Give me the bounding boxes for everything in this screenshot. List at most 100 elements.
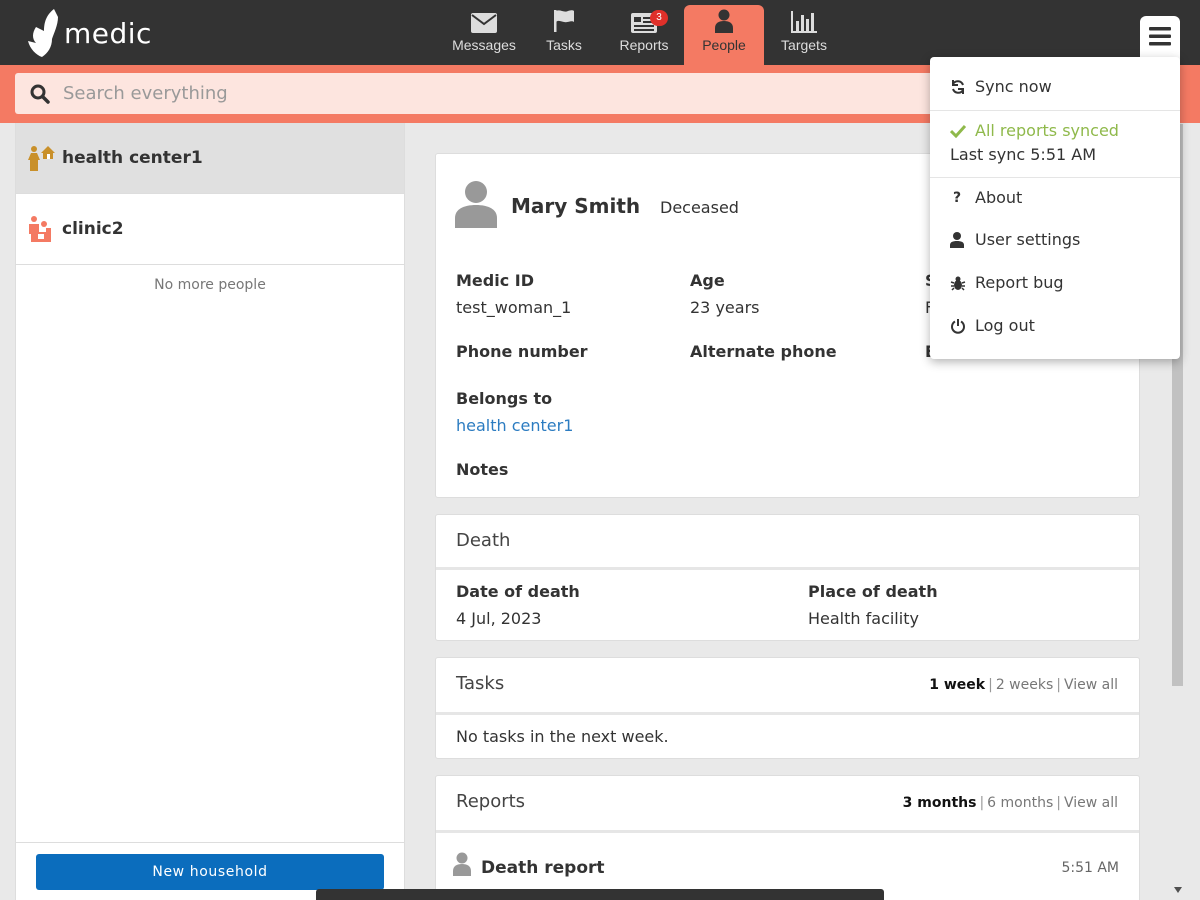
list-item-name: clinic2 — [62, 219, 124, 239]
sync-status: All reports synced — [950, 121, 1119, 140]
divider — [436, 830, 1139, 833]
divider — [436, 712, 1139, 715]
tab-targets[interactable]: Targets — [764, 5, 844, 65]
snackbar — [316, 889, 884, 900]
tab-people[interactable]: People — [684, 5, 764, 65]
tab-label: Targets — [781, 37, 827, 53]
divider — [436, 567, 1139, 570]
flag-icon — [554, 10, 574, 32]
tab-label: People — [702, 37, 746, 53]
field-value: 23 years — [690, 298, 760, 317]
view-all-link[interactable]: View all — [1064, 677, 1118, 693]
list-item[interactable]: clinic2 — [16, 194, 404, 265]
tab-label: Messages — [452, 37, 516, 53]
field-value: test_woman_1 — [456, 298, 572, 317]
reports-count-badge: 3 — [650, 10, 668, 26]
menu-divider — [930, 110, 1180, 111]
deceased-status: Deceased — [660, 198, 739, 217]
menu-divider — [930, 177, 1180, 178]
tab-tasks[interactable]: Tasks — [524, 5, 604, 65]
notes-label: Notes — [456, 460, 509, 479]
death-card: Death Date of death 4 Jul, 2023 Place of… — [435, 514, 1140, 641]
bar-chart-icon — [791, 11, 817, 33]
tab-reports[interactable]: Reports 3 — [604, 5, 684, 65]
list-item[interactable]: health center1 — [16, 123, 404, 194]
view-all-link[interactable]: View all — [1064, 795, 1118, 811]
reports-range-filter: 3 months | 6 months | View all — [902, 795, 1118, 811]
list-item-name: health center1 — [62, 148, 203, 168]
main-nav: Messages Tasks Reports 3 People Targets — [444, 5, 844, 65]
range-6-months[interactable]: 6 months — [987, 795, 1053, 811]
field-label: Age — [690, 271, 725, 290]
report-time: 5:51 AM — [1061, 860, 1119, 876]
clinic-icon — [29, 216, 51, 242]
menu-item-label: Report bug — [975, 273, 1064, 292]
reports-card: Reports 3 months | 6 months | View all Death… — [435, 775, 1140, 900]
scroll-down-icon[interactable] — [1174, 887, 1182, 893]
report-title: Death report — [481, 858, 605, 878]
place-of-death-field: Place of death Health facility — [808, 582, 938, 628]
bug-icon — [950, 276, 966, 291]
sync-status-text: All reports synced — [975, 121, 1119, 140]
date-of-death-field: Date of death 4 Jul, 2023 — [456, 582, 580, 628]
hamburger-icon — [1149, 27, 1171, 46]
tasks-range-filter: 1 week | 2 weeks | View all — [929, 677, 1118, 693]
menu-item-label: Log out — [975, 316, 1035, 335]
search-input[interactable] — [63, 73, 943, 114]
health-center-icon — [28, 146, 55, 171]
dove-logo-icon — [28, 9, 58, 57]
checkmark-icon — [950, 124, 966, 138]
tab-label: Tasks — [546, 37, 582, 53]
field-label: Place of death — [808, 582, 938, 601]
user-settings-item[interactable]: User settings — [950, 230, 1080, 249]
search-field — [15, 73, 955, 114]
range-3-months[interactable]: 3 months — [903, 795, 977, 811]
person-icon — [453, 852, 471, 876]
people-list-panel: health center1 clinic2 No more people Ne… — [15, 123, 405, 900]
options-dropdown-menu: Sync now All reports synced Last sync 5:… — [930, 57, 1180, 359]
last-sync-text: Last sync 5:51 AM — [950, 145, 1097, 164]
menu-item-label: User settings — [975, 230, 1081, 249]
alternate-phone-label: Alternate phone — [690, 342, 837, 361]
top-header: medic Messages Tasks Reports 3 People Ta… — [0, 0, 1200, 65]
sync-now-item[interactable]: Sync now — [950, 77, 1052, 96]
log-out-item[interactable]: Log out — [950, 316, 1035, 335]
field-value: 4 Jul, 2023 — [456, 609, 542, 628]
range-2-weeks[interactable]: 2 weeks — [996, 677, 1053, 693]
menu-item-label: Sync now — [975, 77, 1052, 96]
new-household-button[interactable]: New household — [36, 854, 384, 890]
tasks-card-title: Tasks — [456, 673, 505, 694]
field-label: Belongs to — [456, 389, 553, 408]
field-label: Medic ID — [456, 271, 534, 290]
logo-text: medic — [64, 16, 152, 50]
age-field: Age 23 years — [690, 271, 759, 317]
range-1-week[interactable]: 1 week — [929, 677, 985, 693]
reports-card-title: Reports — [456, 791, 526, 812]
end-of-list-text: No more people — [154, 277, 266, 293]
field-label: Date of death — [456, 582, 580, 601]
user-icon — [950, 231, 964, 248]
field-value: Health facility — [808, 609, 919, 628]
no-tasks-text: No tasks in the next week. — [456, 727, 669, 746]
tab-messages[interactable]: Messages — [444, 5, 524, 65]
search-icon[interactable] — [30, 84, 50, 104]
contact-name: Mary Smith — [511, 194, 641, 218]
report-bug-item[interactable]: Report bug — [950, 273, 1064, 292]
menu-item-label: About — [975, 188, 1023, 207]
report-row[interactable]: Death report 5:51 AM — [436, 846, 1139, 886]
belongs-to-field: Belongs to health center1 — [456, 389, 573, 435]
refresh-icon — [952, 79, 964, 94]
medic-id-field: Medic ID test_woman_1 — [456, 271, 571, 317]
about-item[interactable]: ? About — [950, 188, 1022, 207]
question-icon: ? — [953, 189, 962, 206]
person-avatar-icon — [455, 181, 497, 228]
belongs-to-link[interactable]: health center1 — [456, 416, 573, 435]
envelope-icon — [471, 13, 497, 33]
person-icon — [715, 9, 733, 33]
tasks-card: Tasks 1 week | 2 weeks | View all No tasks i… — [435, 657, 1140, 759]
phone-label: Phone number — [456, 342, 588, 361]
power-icon — [951, 318, 965, 334]
medic-logo[interactable]: medic — [24, 7, 152, 59]
death-card-title: Death — [456, 530, 511, 551]
tab-label: Reports — [619, 37, 669, 53]
